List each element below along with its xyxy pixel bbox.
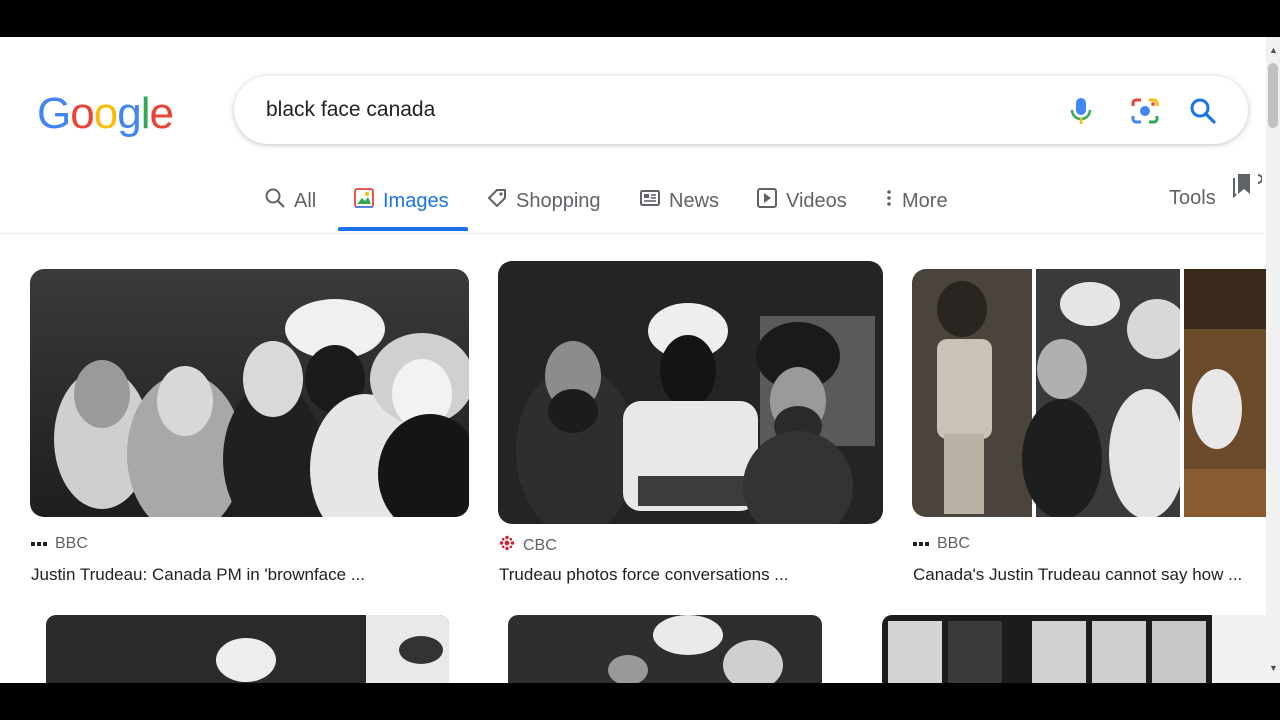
newspaper-icon (639, 187, 661, 215)
tools-button[interactable]: Tools (1169, 187, 1216, 210)
bookmark-icon[interactable] (1232, 172, 1263, 203)
result-thumbnail (498, 261, 883, 524)
result-thumbnail (882, 615, 1266, 683)
bbc-logo-icon (31, 542, 47, 546)
camera-lens-icon[interactable] (1130, 96, 1160, 126)
browser-page: Google black face canada All Images Shop… (0, 37, 1280, 683)
play-icon (756, 187, 778, 215)
logo-letter: l (140, 89, 151, 138)
more-vertical-icon (884, 187, 894, 215)
active-tab-indicator (338, 227, 468, 231)
result-source-3[interactable]: BBC (913, 535, 970, 553)
result-caption-2[interactable]: Trudeau photos force conversations ... (499, 565, 788, 585)
search-icon (264, 187, 286, 215)
search-tabs: All Images Shopping News Videos More (0, 172, 1265, 234)
result-image-1[interactable] (30, 269, 469, 517)
result-caption-3[interactable]: Canada's Justin Trudeau cannot say how .… (913, 565, 1242, 585)
logo-letter: G (37, 89, 71, 138)
result-source-1[interactable]: BBC (31, 535, 88, 553)
result-image-6[interactable] (882, 615, 1266, 683)
tab-label: News (669, 189, 720, 212)
scrollbar[interactable] (1266, 37, 1280, 683)
tab-images[interactable]: Images (353, 186, 449, 216)
result-thumbnail (46, 615, 449, 683)
tab-all[interactable]: All (264, 186, 316, 216)
tab-label: More (902, 189, 948, 212)
search-icon[interactable] (1188, 96, 1218, 126)
logo-letter: o (93, 89, 119, 138)
result-image-5[interactable] (508, 615, 822, 683)
google-logo[interactable]: Google (37, 89, 174, 139)
tab-label: All (294, 189, 317, 212)
tab-news[interactable]: News (639, 186, 719, 216)
tab-more[interactable]: More (884, 186, 948, 216)
result-thumbnail (508, 615, 822, 683)
microphone-icon[interactable] (1066, 96, 1096, 126)
image-icon (353, 187, 375, 215)
result-thumbnail (30, 269, 469, 517)
tab-label: Images (383, 189, 449, 212)
search-box (234, 76, 1248, 144)
source-name: CBC (523, 536, 557, 554)
source-name: BBC (937, 535, 970, 552)
result-source-2[interactable]: CBC (499, 535, 557, 556)
scrollbar-thumb[interactable] (1268, 63, 1278, 128)
logo-letter: e (149, 89, 174, 138)
bbc-logo-icon (913, 542, 929, 546)
result-caption-1[interactable]: Justin Trudeau: Canada PM in 'brownface … (31, 565, 365, 585)
tag-icon (486, 187, 508, 215)
result-image-2[interactable] (498, 261, 883, 524)
tab-label: Videos (786, 189, 847, 212)
scroll-down-arrow-icon[interactable]: ▼ (1269, 663, 1278, 673)
logo-letter: o (70, 89, 95, 138)
tab-shopping[interactable]: Shopping (486, 186, 601, 216)
tab-videos[interactable]: Videos (756, 186, 847, 216)
scroll-up-arrow-icon[interactable]: ▲ (1269, 45, 1278, 55)
tab-label: Shopping (516, 189, 601, 212)
search-input[interactable] (266, 94, 1026, 126)
logo-letter: g (117, 89, 142, 138)
cbc-logo-icon (499, 535, 515, 556)
result-image-3[interactable] (912, 269, 1266, 517)
source-name: BBC (55, 535, 88, 552)
result-thumbnail (912, 269, 1266, 517)
result-image-4[interactable] (46, 615, 449, 683)
